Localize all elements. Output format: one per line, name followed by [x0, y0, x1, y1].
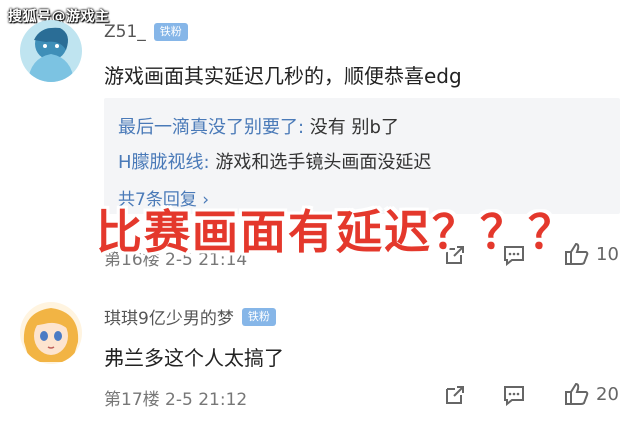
- fan-badge: 铁粉: [153, 23, 188, 41]
- comment-icon: [504, 386, 524, 406]
- comment-header: Z51_ 铁粉: [104, 22, 188, 42]
- reply-username[interactable]: 最后一滴真没了别要了:: [118, 117, 304, 138]
- share-icon: [446, 386, 464, 404]
- comment-text: 弗兰多这个人太搞了: [104, 346, 284, 370]
- like-button[interactable]: 20: [564, 382, 619, 406]
- fan-badge: 铁粉: [241, 307, 276, 326]
- avatar[interactable]: [20, 20, 82, 82]
- comment-text: 游戏画面其实延迟几秒的，顺便恭喜edg: [104, 64, 462, 88]
- reply-username[interactable]: H朦胧视线:: [118, 152, 210, 173]
- share-button[interactable]: [444, 384, 466, 406]
- reply-text: 没有 别b了: [304, 117, 399, 138]
- comment-meta: 第17楼 2-5 21:12: [104, 390, 248, 410]
- overlay-caption: 比赛画面有延迟？？？: [96, 205, 576, 259]
- username[interactable]: Z51_: [104, 22, 146, 42]
- reply-button[interactable]: [503, 384, 525, 406]
- comment-header: 琪琪9亿少男的梦 铁粉: [104, 304, 276, 329]
- reply-item[interactable]: 最后一滴真没了别要了: 没有 别b了: [118, 113, 399, 139]
- username[interactable]: 琪琪9亿少男的梦: [104, 304, 234, 329]
- reply-item[interactable]: H朦胧视线: 游戏和选手镜头画面没延迟: [118, 148, 431, 174]
- like-count: 10: [596, 243, 619, 265]
- like-count: 20: [596, 383, 619, 405]
- thumbs-up-icon: [565, 382, 589, 405]
- avatar[interactable]: [20, 302, 82, 364]
- reply-text: 游戏和选手镜头画面没延迟: [209, 152, 432, 173]
